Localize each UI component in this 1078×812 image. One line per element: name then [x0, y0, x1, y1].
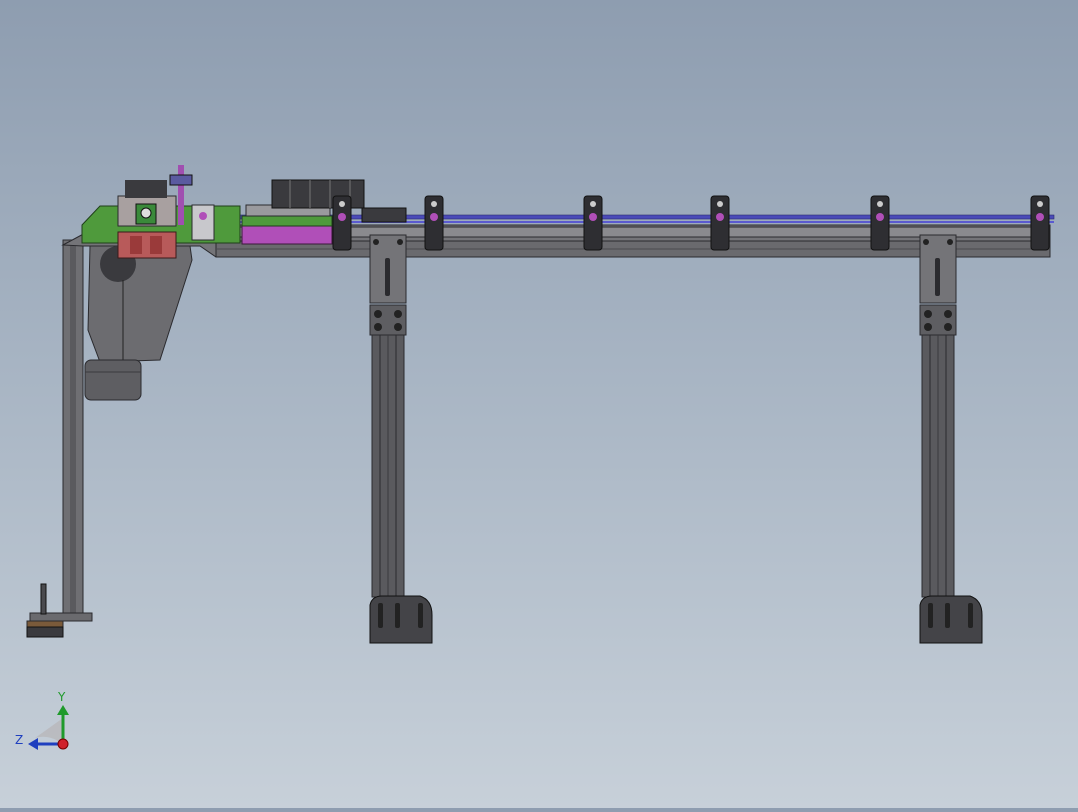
clamp [870, 195, 890, 251]
clamp [710, 195, 730, 251]
clamp [332, 195, 352, 251]
left-support-post [26, 239, 93, 638]
clamp [424, 195, 444, 251]
clamp [583, 195, 603, 251]
clamp [1030, 195, 1050, 251]
orientation-triad[interactable]: Y Z [15, 690, 69, 750]
support-leg-2 [919, 234, 983, 644]
x-axis-dot [57, 738, 69, 750]
motor-housing [84, 245, 193, 401]
z-axis-label: Z [15, 733, 23, 747]
support-leg-1 [369, 234, 433, 644]
y-axis-label: Y [57, 690, 66, 704]
model-canvas: Y Z [15, 165, 1055, 750]
cad-viewport[interactable]: Y Z [0, 0, 1078, 808]
